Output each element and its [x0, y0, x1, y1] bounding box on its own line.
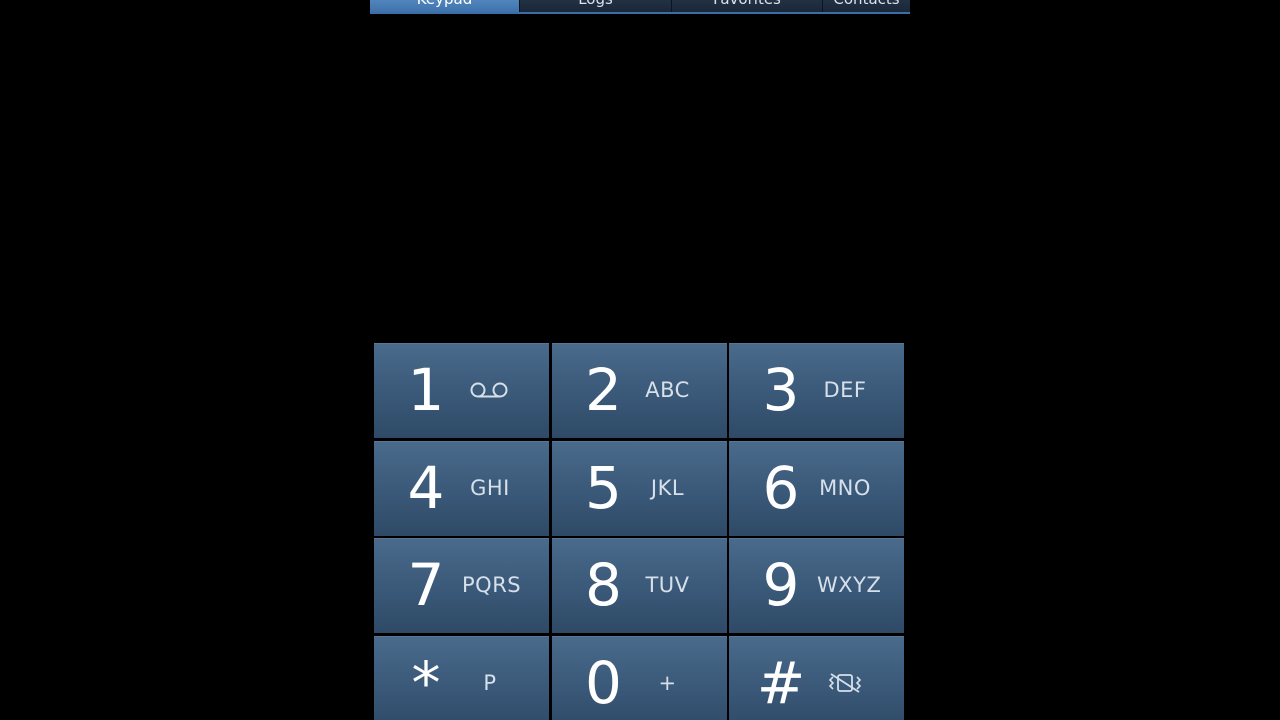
dialer-screen: Keypad Logs Favorites Contacts 1 2 ABC 3…: [370, 0, 910, 720]
number-display: [370, 16, 910, 336]
tab-logs[interactable]: Logs: [520, 0, 672, 12]
key-star[interactable]: * P: [374, 635, 549, 720]
key-7[interactable]: 7 PQRS: [374, 538, 549, 633]
key-0[interactable]: 0 +: [551, 635, 727, 720]
tab-keypad[interactable]: Keypad: [370, 0, 520, 12]
key-letters: DEF: [823, 378, 867, 402]
dial-pad: 1 2 ABC 3 DEF 4 GHI 5 JKL 6 MNO 7 PQRS 8…: [374, 343, 904, 720]
tab-bar: Keypad Logs Favorites Contacts: [370, 0, 910, 14]
vibrate-mute-icon: [817, 670, 873, 696]
key-3[interactable]: 3 DEF: [729, 343, 904, 438]
key-8[interactable]: 8 TUV: [551, 538, 727, 633]
key-letters: GHI: [470, 475, 510, 500]
key-hash[interactable]: #: [729, 635, 904, 720]
key-5[interactable]: 5 JKL: [551, 440, 727, 536]
key-letters: TUV: [645, 573, 690, 597]
key-1[interactable]: 1: [374, 343, 549, 438]
key-letters: JKL: [650, 475, 685, 500]
key-letters: PQRS: [462, 573, 522, 597]
voicemail-icon: [462, 377, 518, 403]
tab-favorites[interactable]: Favorites: [672, 0, 823, 12]
key-letters: +: [658, 670, 677, 695]
key-letters: WXYZ: [817, 573, 882, 597]
key-4[interactable]: 4 GHI: [374, 440, 549, 536]
key-9[interactable]: 9 WXYZ: [729, 538, 904, 633]
key-letters: P: [483, 670, 497, 695]
key-2[interactable]: 2 ABC: [551, 343, 727, 438]
key-letters: MNO: [819, 475, 871, 500]
tab-contacts[interactable]: Contacts: [823, 0, 910, 12]
key-letters: ABC: [645, 378, 690, 402]
key-6[interactable]: 6 MNO: [729, 440, 904, 536]
